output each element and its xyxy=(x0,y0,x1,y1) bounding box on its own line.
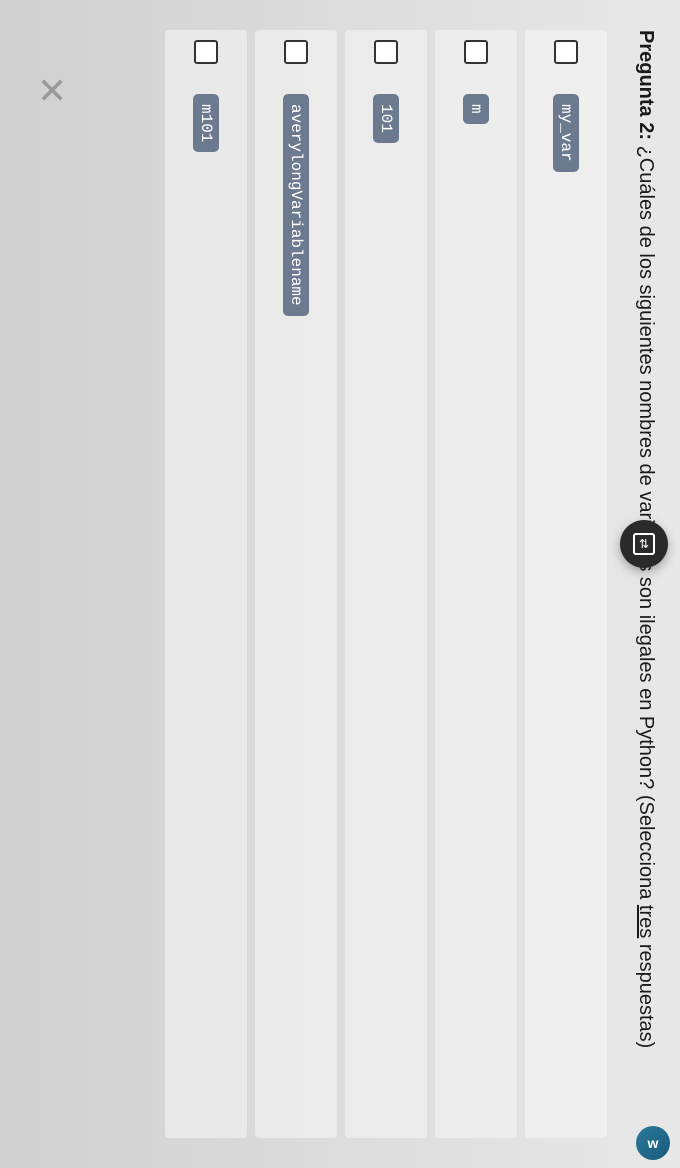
instruction-close: respuestas) xyxy=(635,938,657,1048)
option-row[interactable]: averylongVariablename xyxy=(255,30,337,1138)
question-text: Pregunta 2: ¿Cuáles de los siguientes no… xyxy=(632,30,660,1138)
scroll-arrows-icon: ⇅ xyxy=(633,533,655,555)
checkbox[interactable] xyxy=(554,40,578,64)
code-tag: m101 xyxy=(193,94,219,152)
quiz-panel: Pregunta 2: ¿Cuáles de los siguientes no… xyxy=(0,0,680,1168)
question-body: ¿Cuáles de los siguientes nombres de var… xyxy=(635,140,657,795)
checkbox[interactable] xyxy=(464,40,488,64)
question-label: Pregunta 2: xyxy=(635,30,657,140)
code-tag: m xyxy=(463,94,489,124)
scroll-badge-icon[interactable]: ⇅ xyxy=(620,520,668,568)
instruction-underline: tres xyxy=(635,905,657,938)
code-tag: my_var xyxy=(553,94,579,172)
option-row[interactable]: 101 xyxy=(345,30,427,1138)
instruction-open: (Selecciona xyxy=(635,795,657,905)
options-list: my_var m 101 averylongVariablename m101 xyxy=(157,30,607,1138)
code-tag: 101 xyxy=(373,94,399,143)
option-row[interactable]: m101 xyxy=(165,30,247,1138)
checkbox[interactable] xyxy=(374,40,398,64)
checkbox[interactable] xyxy=(194,40,218,64)
checkbox[interactable] xyxy=(284,40,308,64)
option-row[interactable]: m xyxy=(435,30,517,1138)
option-row[interactable]: my_var xyxy=(525,30,607,1138)
app-badge-icon[interactable]: w xyxy=(636,1126,670,1160)
code-tag: averylongVariablename xyxy=(283,94,309,316)
incorrect-mark-icon: ✕ xyxy=(30,75,72,105)
